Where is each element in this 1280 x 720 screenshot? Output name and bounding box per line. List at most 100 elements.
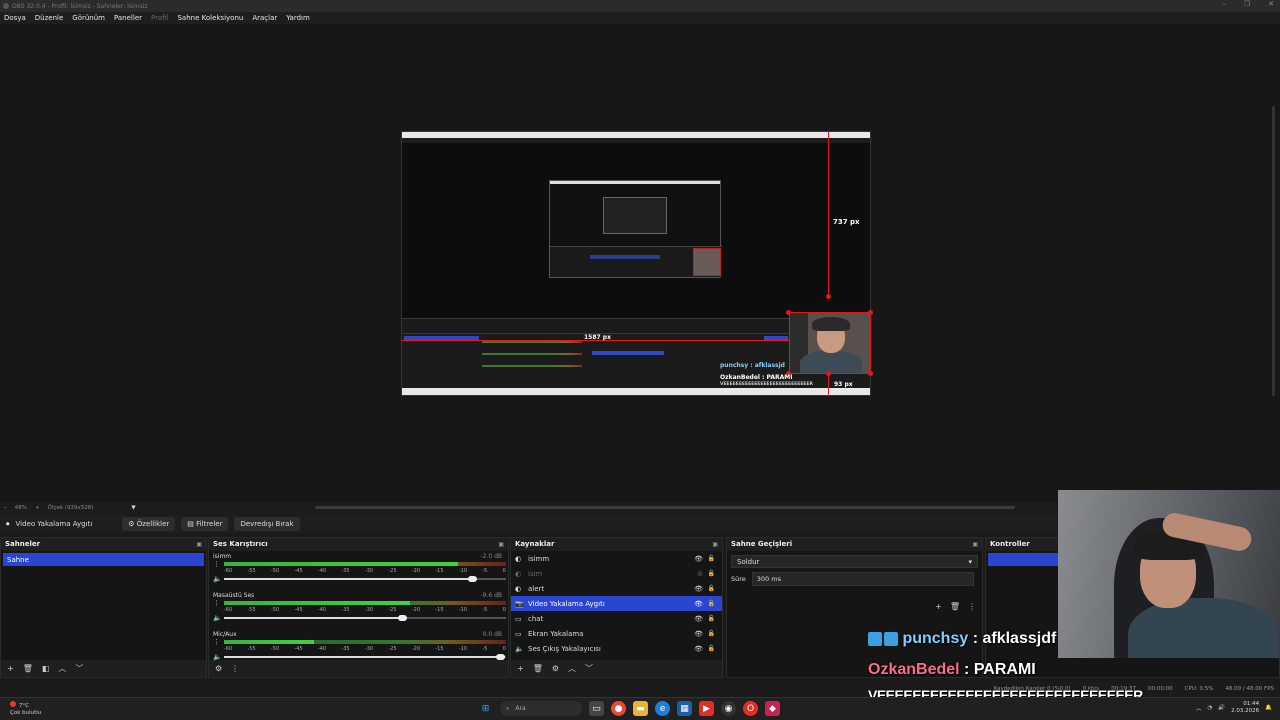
add-source-icon[interactable]: +: [517, 664, 524, 673]
notification-icon[interactable]: 🔔: [1265, 705, 1272, 711]
edge-icon[interactable]: e: [655, 701, 670, 716]
undock-icon[interactable]: ▣: [712, 541, 718, 548]
advanced-audio-icon[interactable]: ⚙: [215, 664, 222, 673]
eye-icon[interactable]: 👁: [694, 645, 703, 653]
volume-slider-handle[interactable]: [398, 615, 407, 621]
chrome-icon[interactable]: ●: [611, 701, 626, 716]
zoom-dropdown-icon[interactable]: ▼: [131, 505, 135, 511]
volume-slider-handle[interactable]: [468, 576, 477, 582]
transform-handle[interactable]: [826, 371, 831, 376]
close-button[interactable]: ✕: [1268, 0, 1274, 8]
remove-source-icon[interactable]: 🗑: [533, 664, 543, 673]
start-icon[interactable]: ⊞: [478, 701, 493, 716]
deactivate-button[interactable]: Devredışı Bırak: [234, 517, 300, 531]
source-item[interactable]: ◐ isimm 👁 🔓: [511, 551, 722, 566]
transform-handle[interactable]: [826, 294, 831, 299]
remove-transition-icon[interactable]: 🗑: [950, 602, 960, 611]
move-down-icon[interactable]: ﹀: [585, 663, 593, 674]
eye-hidden-icon[interactable]: ⊘: [697, 570, 703, 578]
channel-menu-icon[interactable]: ⋮: [213, 599, 220, 607]
taskbar-search[interactable]: ⌕ Ara: [500, 701, 582, 716]
zoom-out-icon[interactable]: –: [4, 505, 7, 511]
transform-guide-vertical-bottom: [828, 373, 829, 396]
remove-scene-icon[interactable]: 🗑: [23, 664, 33, 673]
selected-webcam-source[interactable]: [789, 312, 871, 374]
lock-icon[interactable]: 🔓: [708, 570, 715, 577]
duration-label: Süre: [731, 575, 746, 583]
move-up-icon[interactable]: ︿: [58, 663, 66, 674]
opera-icon[interactable]: O: [743, 701, 758, 716]
transition-menu-icon[interactable]: ⋮: [968, 602, 976, 611]
preview-nested-taskbar: [402, 388, 870, 395]
speaker-icon[interactable]: 🔈: [213, 614, 222, 622]
zoom-percent[interactable]: 48%: [15, 505, 27, 511]
mixer-tick-label: -30: [364, 646, 374, 652]
transition-duration: Süre 300 ms: [727, 572, 982, 586]
lock-icon[interactable]: 🔓: [708, 615, 715, 622]
channel-menu-icon[interactable]: ⋮: [213, 638, 220, 646]
move-down-icon[interactable]: ﹀: [75, 663, 83, 674]
transform-handle[interactable]: [786, 310, 791, 315]
add-scene-icon[interactable]: +: [7, 664, 14, 673]
obs-icon[interactable]: ◉: [721, 701, 736, 716]
menu-view[interactable]: Görünüm: [72, 14, 105, 22]
source-item[interactable]: ▭ Ekran Yakalama 👁 🔓: [511, 626, 722, 641]
transform-handle[interactable]: [868, 371, 873, 376]
youtube-icon[interactable]: ▶: [699, 701, 714, 716]
menu-file[interactable]: Dosya: [4, 14, 26, 22]
lock-icon[interactable]: 🔓: [708, 645, 715, 652]
undock-icon[interactable]: ▣: [972, 541, 978, 548]
clock[interactable]: 01:44 2.03.2026: [1231, 701, 1259, 715]
tray-chevron-icon[interactable]: ︿: [1196, 704, 1202, 712]
add-transition-icon[interactable]: +: [935, 602, 942, 611]
source-item[interactable]: ◐ isim ⊘ 🔓: [511, 566, 722, 581]
source-item[interactable]: ▭ chat 👁 🔓: [511, 611, 722, 626]
transform-handle[interactable]: [868, 310, 873, 315]
maximize-button[interactable]: ❐: [1244, 0, 1250, 8]
source-item[interactable]: 📷 Video Yakalama Aygıtı 👁 🔓: [511, 596, 722, 611]
eye-icon[interactable]: 👁: [694, 600, 703, 608]
menu-profile[interactable]: Profil: [151, 14, 168, 22]
menu-docks[interactable]: Paneller: [114, 14, 142, 22]
eye-icon[interactable]: 👁: [694, 555, 703, 563]
channel-menu-icon[interactable]: ⋮: [213, 560, 220, 568]
undock-icon[interactable]: ▣: [196, 541, 202, 548]
lock-icon[interactable]: 🔓: [708, 600, 715, 607]
duration-input[interactable]: 300 ms: [751, 572, 974, 586]
eye-icon[interactable]: 👁: [694, 630, 703, 638]
preview-vertical-scrollbar[interactable]: [1272, 106, 1275, 396]
source-item[interactable]: 🔈 Ses Çıkış Yakalayıcısı 👁 🔓: [511, 641, 722, 656]
network-icon[interactable]: ◔: [1207, 705, 1212, 711]
menu-scene-collection[interactable]: Sahne Koleksiyonu: [177, 14, 243, 22]
task-view-icon[interactable]: ▭: [589, 701, 604, 716]
zoom-fit-label[interactable]: Ölçek (939x528): [48, 505, 94, 511]
properties-button[interactable]: ⚙ Özellikler: [122, 517, 176, 531]
folder-icon[interactable]: ▬: [633, 701, 648, 716]
lock-icon[interactable]: 🔓: [708, 555, 715, 562]
transition-select[interactable]: Soldur ▾: [731, 555, 978, 568]
menu-tools[interactable]: Araçlar: [252, 14, 277, 22]
speaker-icon[interactable]: 🔈: [213, 575, 222, 583]
zoom-in-icon[interactable]: +: [35, 505, 40, 511]
minimize-button[interactable]: –: [1222, 0, 1226, 8]
app-icon[interactable]: ◆: [765, 701, 780, 716]
move-up-icon[interactable]: ︿: [568, 663, 576, 674]
scene-item-sahne[interactable]: Sahne: [3, 553, 204, 566]
store-icon[interactable]: ▦: [677, 701, 692, 716]
menu-help[interactable]: Yardım: [286, 14, 310, 22]
undock-icon[interactable]: ▣: [498, 541, 504, 548]
filters-button[interactable]: ▤ Filtreler: [181, 517, 229, 531]
source-item[interactable]: ◐ alert 👁 🔓: [511, 581, 722, 596]
menu-edit[interactable]: Düzenle: [35, 14, 64, 22]
scene-filters-icon[interactable]: ◧: [42, 664, 50, 673]
lock-icon[interactable]: 🔓: [708, 630, 715, 637]
source-properties-icon[interactable]: ⚙: [552, 664, 559, 673]
weather-widget[interactable]: 7°C Çok bulutlu: [10, 701, 41, 717]
eye-icon[interactable]: 👁: [694, 615, 703, 623]
lock-icon[interactable]: 🔓: [708, 585, 715, 592]
volume-icon[interactable]: 🔊: [1218, 705, 1225, 711]
preview-horizontal-scrollbar[interactable]: [315, 506, 1015, 509]
mixer-tick-label: -20: [411, 646, 421, 652]
mixer-menu-icon[interactable]: ⋮: [231, 664, 239, 673]
eye-icon[interactable]: 👁: [694, 585, 703, 593]
